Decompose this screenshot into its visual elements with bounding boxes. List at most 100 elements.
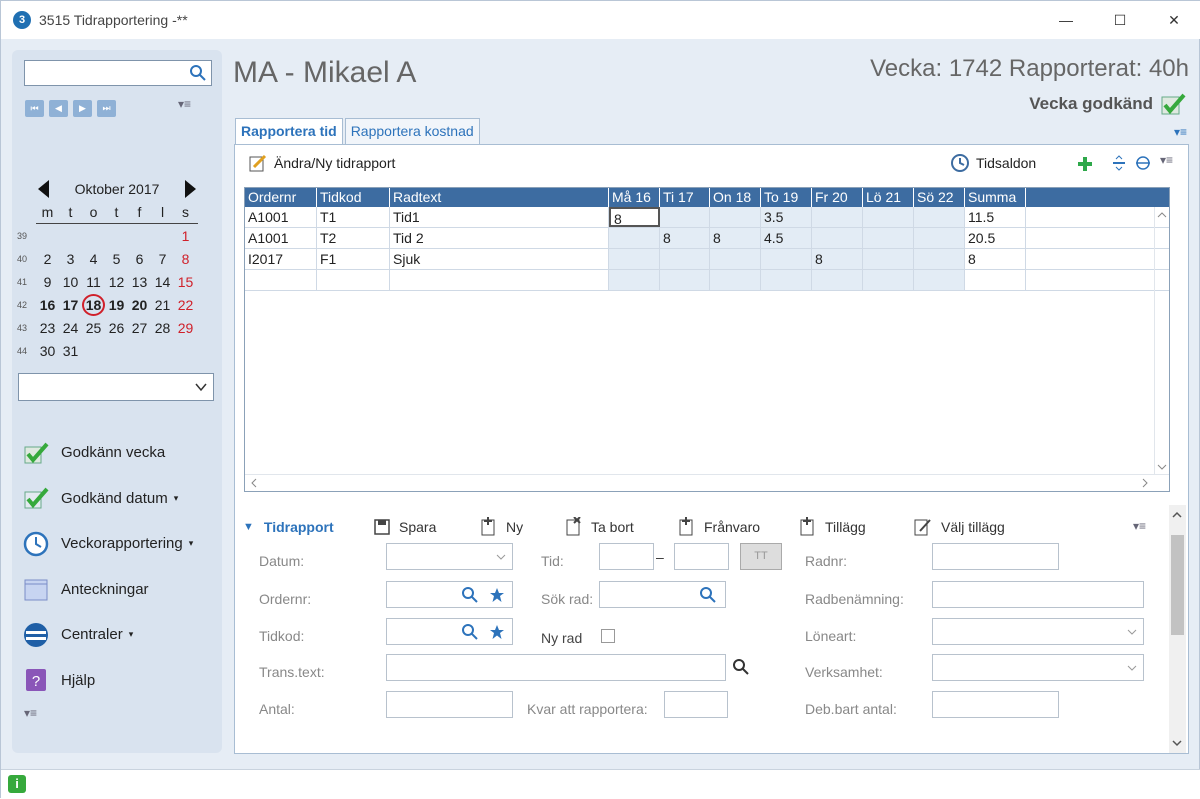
table-cell[interactable]: F1 [317, 249, 390, 269]
calendar-day[interactable]: 28 [151, 320, 174, 336]
calendar-day[interactable]: 21 [151, 297, 174, 313]
table-cell[interactable] [914, 207, 965, 227]
calendar-day[interactable]: 1 [174, 228, 197, 244]
scroll-up-icon[interactable] [1155, 209, 1169, 221]
verksamhet-select[interactable] [932, 654, 1144, 681]
table-cell[interactable] [710, 207, 761, 227]
last-icon[interactable]: ⏭ [97, 100, 116, 117]
table-cell[interactable] [812, 207, 863, 227]
choose-addition-button[interactable]: Välj tillägg [913, 517, 1005, 537]
table-row[interactable]: I2017 F1 Sjuk 8 8 [245, 249, 1169, 270]
sok-rad-field[interactable] [599, 581, 726, 608]
sidebar-item-4[interactable]: Centraler ▾ [22, 612, 218, 658]
scroll-left-icon[interactable] [248, 476, 260, 490]
column-header[interactable]: Summa [965, 188, 1026, 207]
calendar-day[interactable]: 24 [59, 320, 82, 336]
tidkod-field[interactable] [386, 618, 513, 645]
table-cell[interactable] [761, 249, 812, 269]
table-cell[interactable]: 8 [965, 249, 1026, 269]
calendar-day[interactable]: 20 [128, 297, 151, 313]
table-cell[interactable]: Tid 2 [390, 228, 609, 248]
column-header[interactable]: To 19 [761, 188, 812, 207]
calendar-day[interactable]: 26 [105, 320, 128, 336]
prev-icon[interactable]: ◀ [49, 100, 68, 117]
loneart-select[interactable] [932, 618, 1144, 645]
tidrapport-toggle[interactable]: ▼ Tidrapport [243, 519, 334, 535]
radnr-field[interactable] [932, 543, 1059, 570]
calendar-day[interactable]: 29 [174, 320, 197, 336]
next-month-icon[interactable] [185, 180, 196, 198]
add-icon[interactable] [1076, 155, 1094, 173]
table-cell[interactable] [914, 270, 965, 290]
table-cell[interactable] [761, 270, 812, 290]
radbenamning-field[interactable] [932, 581, 1144, 608]
table-cell[interactable] [914, 228, 965, 248]
sidebar-item-5[interactable]: ? Hjälp [22, 658, 218, 704]
tidsaldon-button[interactable]: Tidsaldon [950, 153, 1036, 173]
sidebar-item-0[interactable]: Godkänn vecka [22, 430, 218, 476]
table-cell[interactable] [710, 249, 761, 269]
search-icon[interactable] [189, 64, 207, 82]
table-cell[interactable]: 8 [609, 207, 660, 227]
table-cell[interactable]: A1001 [245, 228, 317, 248]
calendar-day[interactable]: 7 [151, 251, 174, 267]
table-cell[interactable]: Sjuk [390, 249, 609, 269]
table-cell[interactable]: 11.5 [965, 207, 1026, 227]
new-button[interactable]: Ny [480, 517, 523, 537]
info-icon[interactable]: i [8, 775, 26, 793]
calendar-day[interactable]: 10 [59, 274, 82, 290]
kvar-field[interactable] [664, 691, 728, 718]
search-icon[interactable] [699, 586, 717, 604]
calendar-day[interactable]: 8 [174, 251, 197, 267]
calendar-day[interactable]: 27 [128, 320, 151, 336]
sidebar-menu-icon[interactable]: ▾≡ [178, 97, 191, 111]
minimize-button[interactable]: — [1039, 1, 1093, 39]
header-menu-icon[interactable]: ▾≡ [1174, 125, 1187, 139]
expand-icon[interactable] [1135, 155, 1151, 171]
table-cell[interactable] [863, 270, 914, 290]
calendar-day[interactable]: 16 [36, 297, 59, 313]
calendar-day[interactable]: 31 [59, 343, 82, 359]
column-header[interactable]: On 18 [710, 188, 761, 207]
calendar-day[interactable]: 22 [174, 297, 197, 313]
table-cell[interactable] [660, 249, 710, 269]
scroll-down-icon[interactable] [1155, 461, 1169, 473]
table-cell[interactable] [914, 249, 965, 269]
panel-menu-icon[interactable]: ▾≡ [1160, 153, 1173, 167]
week-number[interactable]: 42 [12, 300, 36, 310]
table-row[interactable]: A1001 T2 Tid 2 8 8 4.5 20.5 [245, 228, 1169, 249]
datum-field[interactable] [386, 543, 513, 570]
table-cell[interactable]: 20.5 [965, 228, 1026, 248]
ordernr-field[interactable] [386, 581, 513, 608]
calendar-day[interactable]: 30 [36, 343, 59, 359]
sidebar-item-3[interactable]: Anteckningar [22, 567, 218, 613]
table-cell[interactable]: Tid1 [390, 207, 609, 227]
calendar-day[interactable]: 9 [36, 274, 59, 290]
table-cell[interactable] [317, 270, 390, 290]
column-header[interactable]: Tidkod [317, 188, 390, 207]
maximize-button[interactable]: ☐ [1093, 1, 1147, 39]
week-number[interactable]: 39 [12, 231, 36, 241]
column-header[interactable]: Må 16 [609, 188, 660, 207]
calendar-day[interactable]: 13 [128, 274, 151, 290]
sidebar-select[interactable] [18, 373, 214, 401]
table-cell[interactable] [863, 228, 914, 248]
table-cell[interactable]: 8 [660, 228, 710, 248]
table-cell[interactable]: I2017 [245, 249, 317, 269]
scroll-up-icon[interactable] [1170, 509, 1184, 521]
chevron-down-icon[interactable]: ▾ [174, 493, 179, 504]
tid-from-field[interactable] [599, 543, 654, 570]
tab-rapportera-tid[interactable]: Rapportera tid [235, 118, 343, 145]
edit-report-button[interactable]: Ändra/Ny tidrapport [248, 153, 395, 173]
details-scrollbar[interactable] [1169, 505, 1186, 753]
next-icon[interactable]: ▶ [73, 100, 92, 117]
column-header[interactable]: Ordernr [245, 188, 317, 207]
table-cell[interactable] [812, 270, 863, 290]
calendar-day[interactable]: 5 [105, 251, 128, 267]
details-menu-icon[interactable]: ▾≡ [1133, 519, 1146, 533]
table-cell[interactable]: A1001 [245, 207, 317, 227]
scroll-down-icon[interactable] [1170, 737, 1184, 749]
week-number[interactable]: 40 [12, 254, 36, 264]
delete-button[interactable]: Ta bort [565, 517, 634, 537]
table-cell[interactable] [965, 270, 1026, 290]
